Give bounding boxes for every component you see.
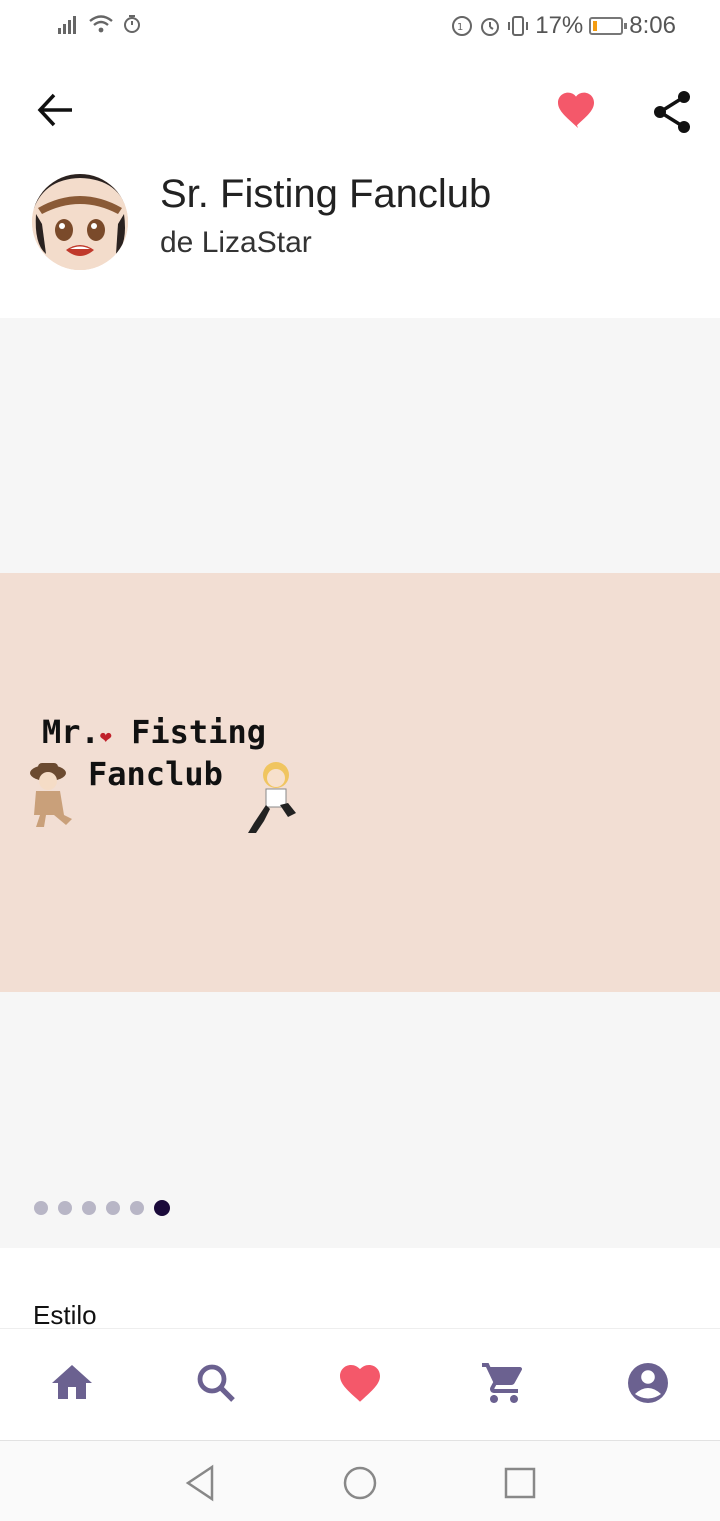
system-navigation-bar (0, 1440, 720, 1521)
heart-icon (558, 92, 594, 128)
status-bar: 1 17% 8:06 (0, 0, 720, 56)
bottom-navigation (0, 1328, 720, 1441)
carousel-dot[interactable] (130, 1201, 144, 1215)
timer-icon (124, 15, 140, 33)
product-header: Sr. Fisting Fanclub de LizaStar (0, 170, 720, 280)
blond-character-icon (248, 762, 296, 833)
data-saver-icon: 1 (452, 16, 473, 36)
carousel-dot[interactable] (34, 1201, 48, 1215)
vibrate-icon (508, 16, 529, 36)
battery-fill (593, 21, 598, 31)
nav-search[interactable] (192, 1359, 240, 1407)
clock: 8:06 (629, 12, 676, 39)
banner-title-line1: Mr.❤ Fisting (42, 713, 266, 751)
nav-favorites[interactable] (336, 1359, 384, 1407)
carousel-page-indicator (34, 1200, 170, 1216)
system-recents-button[interactable] (500, 1463, 540, 1503)
carousel-banner-image: Mr.❤ Fisting Fanclub (0, 573, 720, 992)
status-left-icons (58, 14, 142, 34)
author-name[interactable]: de LizaStar (160, 226, 312, 260)
banner-title-line2: Fanclub (88, 755, 223, 793)
battery-icon (589, 17, 628, 35)
favorite-button[interactable] (552, 88, 600, 132)
section-heading-style: Estilo (33, 1300, 97, 1330)
heart-icon (340, 1365, 380, 1402)
home-icon (52, 1365, 92, 1399)
recents-square-icon (504, 1467, 536, 1499)
account-icon (628, 1363, 668, 1403)
share-button[interactable] (648, 88, 696, 136)
signal-icon (58, 16, 76, 34)
system-home-button[interactable] (340, 1463, 380, 1503)
home-circle-icon (343, 1466, 377, 1500)
nav-account[interactable] (624, 1359, 672, 1407)
search-icon (197, 1364, 235, 1402)
app-bar (0, 70, 720, 150)
small-heart-icon: ❤ (99, 724, 112, 748)
author-avatar[interactable] (32, 174, 128, 270)
wifi-icon (89, 15, 113, 33)
status-right-icons: 1 17% 8:06 (451, 12, 676, 40)
alarm-icon (481, 18, 500, 36)
nav-home[interactable] (48, 1359, 96, 1407)
carousel-dot[interactable] (58, 1201, 72, 1215)
back-button[interactable] (32, 90, 80, 130)
share-icon (654, 91, 690, 133)
page-title: Sr. Fisting Fanclub (160, 172, 492, 216)
carousel-dot[interactable] (82, 1201, 96, 1215)
back-triangle-icon (185, 1464, 214, 1502)
carousel-dot-active[interactable] (154, 1200, 170, 1216)
avatar-character-image (32, 174, 128, 270)
image-carousel[interactable]: Mr.❤ Fisting Fanclub (0, 318, 720, 1248)
battery-percent: 17% (535, 12, 584, 39)
back-arrow-icon (37, 93, 72, 127)
svg-text:1: 1 (457, 22, 463, 33)
carousel-dot[interactable] (106, 1201, 120, 1215)
cart-icon (482, 1363, 523, 1403)
detective-character-icon (30, 763, 72, 827)
system-back-button[interactable] (180, 1463, 220, 1503)
nav-cart[interactable] (480, 1359, 528, 1407)
